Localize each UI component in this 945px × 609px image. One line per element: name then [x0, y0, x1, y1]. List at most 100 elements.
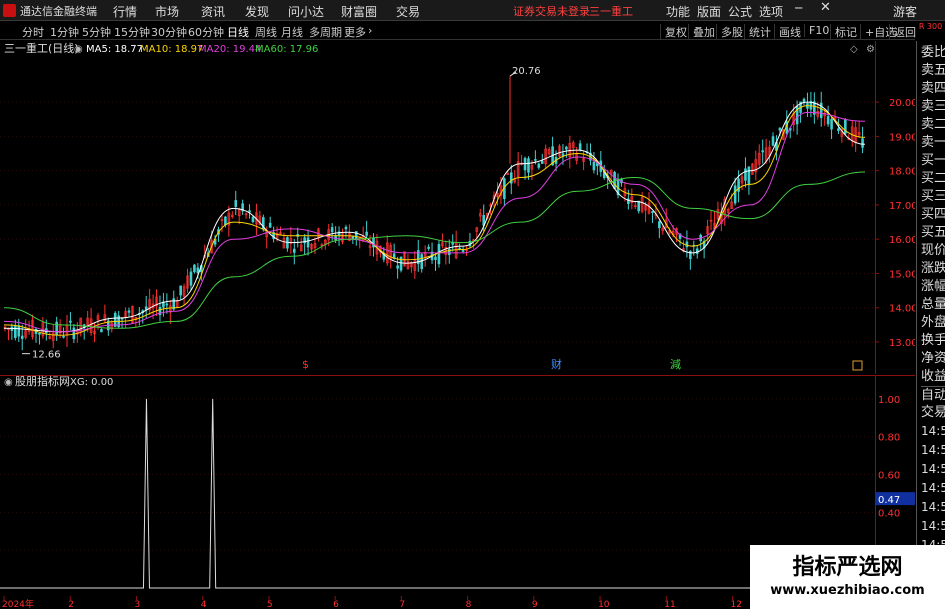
menu-item-gongneng[interactable]: 功能 [666, 3, 690, 20]
indicator-tick-label: 1.00 [878, 395, 900, 406]
rp-earnings[interactable]: 收益 [921, 368, 945, 386]
tf-60min[interactable]: 60分钟 [188, 24, 224, 40]
price-tick-label: 17.00 [889, 201, 915, 212]
candle-body [534, 159, 537, 161]
date-tick-label: 11 [664, 600, 675, 609]
rp-turnover[interactable]: 换手 [921, 332, 945, 350]
chart-settings-icon[interactable]: ⚙ [866, 44, 875, 55]
btn-duogu[interactable]: 多股 [716, 24, 743, 40]
main-kline-chart[interactable]: 20.00 19.00 18.00 17.00 16.00 15.00 14.00 13.00… [0, 41, 915, 374]
candle-body [658, 221, 661, 229]
menu-bar: 通达信金融终端 行情 市场 资讯 发现 问小达 财富圈 交易 证券交易未登录 三… [0, 0, 945, 21]
ma20-label: MA20: 19.44 [198, 44, 261, 55]
menu-item-zixun[interactable]: 资讯 [201, 3, 225, 20]
right-panel-header: R 300 [918, 22, 943, 31]
rp-sell5[interactable]: 卖五 [921, 62, 945, 80]
minimize-icon[interactable]: ─ [795, 1, 802, 15]
candle-body [427, 246, 430, 249]
btn-fuquan[interactable]: 复权 [660, 24, 687, 40]
btn-back[interactable]: 返回 [889, 24, 916, 40]
candle-body [761, 150, 764, 153]
rp-time: 14:56 [921, 481, 945, 495]
candle-body [747, 166, 751, 184]
high-price-label: 20.76 [512, 66, 541, 77]
rp-buy4[interactable]: 买四 [921, 206, 945, 224]
rp-sell1[interactable]: 卖一 [921, 134, 945, 152]
rp-netasset[interactable]: 净资 [921, 350, 945, 368]
btn-huaxian[interactable]: 画线 [774, 24, 801, 40]
event-marker-reduce[interactable]: 減 [670, 357, 681, 371]
candle-body [330, 227, 334, 233]
rp-buy3[interactable]: 买三 [921, 188, 945, 206]
candle-body [62, 336, 65, 338]
tf-fenshi[interactable]: 分时 [22, 24, 44, 40]
event-marker-dividend[interactable]: $ [302, 358, 309, 371]
candle-body [69, 320, 72, 323]
candle-body [72, 327, 76, 340]
indicator-settings-icon[interactable]: ◉ [4, 377, 13, 388]
rp-weibi[interactable]: 委比 [921, 44, 945, 62]
candle-body [234, 200, 238, 207]
settings-icon[interactable]: ◉ [74, 44, 83, 55]
candle-body [527, 158, 530, 173]
rp-sell4[interactable]: 卖四 [921, 80, 945, 98]
rp-price[interactable]: 现价 [921, 242, 945, 260]
rp-sell3[interactable]: 卖三 [921, 98, 945, 116]
tf-weekly[interactable]: 周线 [255, 24, 277, 40]
btn-f10[interactable]: F10 [804, 24, 829, 37]
candle-body [434, 256, 437, 261]
tf-5min[interactable]: 5分钟 [82, 24, 111, 40]
diamond-icon[interactable]: ◇ [850, 44, 858, 55]
tf-multi[interactable]: 多周期 [309, 24, 342, 40]
chevron-right-icon[interactable]: › [368, 24, 372, 37]
tf-daily[interactable]: 日线 [227, 24, 249, 40]
close-icon[interactable]: ✕ [820, 0, 831, 15]
btn-diejia[interactable]: 叠加 [688, 24, 715, 40]
menu-item-wenxiaoda[interactable]: 问小达 [288, 3, 324, 20]
rp-buy5[interactable]: 买五 [921, 224, 945, 242]
guest-label[interactable]: 游客 [893, 3, 917, 20]
btn-biaoji[interactable]: 标记 [830, 24, 857, 40]
date-tick-label: 4 [201, 600, 207, 609]
rp-change[interactable]: 涨跌 [921, 260, 945, 278]
candle-body [399, 256, 403, 271]
btn-tongji[interactable]: 统计 [744, 24, 771, 40]
watermark-banner: 指标严选网 www.xuezhibiao.com [750, 545, 945, 609]
candle-body [193, 264, 196, 273]
candle-body [830, 119, 833, 130]
candle-body [561, 153, 565, 157]
menu-item-faxian[interactable]: 发现 [245, 3, 269, 20]
tf-more[interactable]: 更多 [344, 24, 366, 40]
watermark-url: www.xuezhibiao.com [770, 583, 925, 598]
trade-login-notice[interactable]: 证券交易未登录 [513, 3, 590, 19]
indicator-tick-label: 0.80 [878, 433, 900, 444]
candle-body [55, 321, 58, 336]
candle-body [306, 237, 310, 248]
rp-time: 14:56 [921, 424, 945, 438]
rp-change-pct[interactable]: 涨幅 [921, 278, 945, 296]
menu-item-jiaoyi[interactable]: 交易 [396, 3, 420, 20]
tf-monthly[interactable]: 月线 [281, 24, 303, 40]
menu-item-hangqing[interactable]: 行情 [113, 3, 137, 20]
rp-volume[interactable]: 总量 [921, 296, 945, 314]
menu-item-gongshi[interactable]: 公式 [728, 3, 752, 20]
candle-body [565, 146, 568, 150]
event-marker-finance[interactable]: 财 [551, 357, 562, 371]
menu-item-xuanxiang[interactable]: 选项 [759, 3, 783, 20]
tf-30min[interactable]: 30分钟 [151, 24, 187, 40]
date-tick-label: 12 [731, 600, 742, 609]
event-marker-box-icon[interactable] [852, 360, 863, 371]
indicator-tick-label: 0.47 [878, 495, 900, 506]
rp-trade[interactable]: 交易 [921, 404, 945, 422]
rp-buy2[interactable]: 买二 [921, 170, 945, 188]
candle-body [837, 128, 840, 131]
rp-buy1[interactable]: 买一 [921, 152, 945, 170]
menu-item-banmian[interactable]: 版面 [697, 3, 721, 20]
tf-1min[interactable]: 1分钟 [50, 24, 79, 40]
rp-sell2[interactable]: 卖二 [921, 116, 945, 134]
menu-item-caifuquan[interactable]: 财富圈 [341, 3, 377, 20]
tf-15min[interactable]: 15分钟 [114, 24, 150, 40]
menu-item-shichang[interactable]: 市场 [155, 3, 179, 20]
rp-outer[interactable]: 外盘 [921, 314, 945, 332]
rp-auto[interactable]: 自动 [921, 386, 945, 405]
